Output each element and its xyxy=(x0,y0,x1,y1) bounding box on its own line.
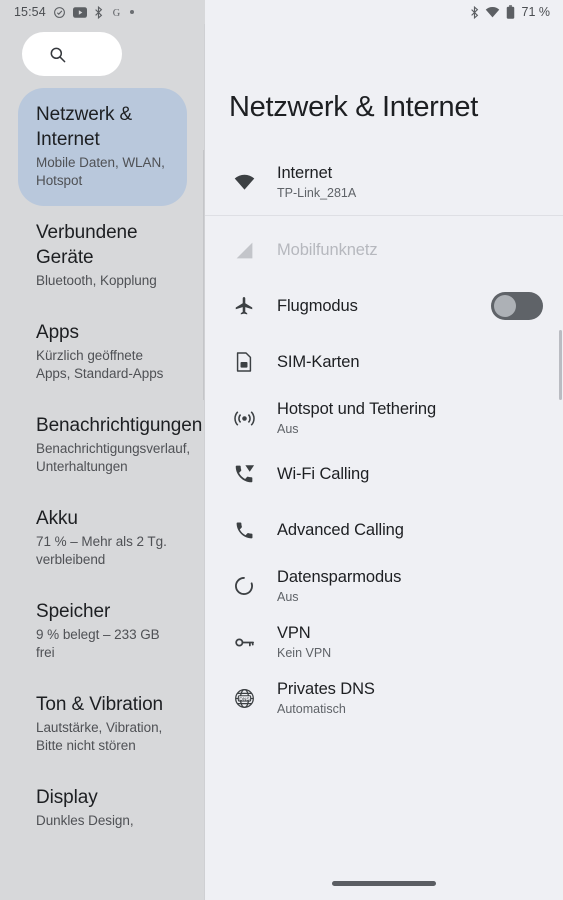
page-title: Netzwerk & Internet xyxy=(229,91,478,123)
settings-row-title: Mobilfunknetz xyxy=(277,240,378,259)
dns-globe-icon: DNS xyxy=(225,687,263,710)
settings-row-hotspot-tethering[interactable]: Hotspot und Tethering Aus xyxy=(205,390,563,446)
sidebar-item-subtitle: Benachrichtigungsverlauf, Unterhaltungen xyxy=(36,441,191,474)
hotspot-icon xyxy=(225,407,263,430)
sidebar-nav-list: Netzwerk & Internet Mobile Daten, WLAN, … xyxy=(0,76,205,846)
settings-row-subtitle: TP-Link_281A xyxy=(277,185,357,200)
settings-row-sim-karten[interactable]: SIM-Karten xyxy=(205,334,563,390)
sidebar-item-ton-vibration[interactable]: Ton & Vibration Lautstärke, Vibration, B… xyxy=(18,678,187,771)
settings-row-title: Hotspot und Tethering xyxy=(277,399,437,418)
settings-row-text: Datensparmodus Aus xyxy=(263,567,547,606)
settings-row-title: Wi-Fi Calling xyxy=(277,464,370,483)
sidebar-item-subtitle: Lautstärke, Vibration, Bitte nicht störe… xyxy=(36,720,163,753)
settings-row-text: Privates DNS Automatisch xyxy=(263,679,547,718)
settings-row-title: Privates DNS xyxy=(277,679,375,698)
settings-row-text: Wi-Fi Calling xyxy=(263,464,547,485)
wifi-calling-icon xyxy=(225,463,263,485)
search-input[interactable] xyxy=(22,32,122,76)
settings-row-mobilfunknetz: Mobilfunknetz xyxy=(205,222,563,278)
sidebar-item-title: Display xyxy=(36,787,98,808)
sidebar-item-subtitle: Dunkles Design, xyxy=(36,813,134,828)
sidebar-item-apps[interactable]: Apps Kürzlich geöffnete Apps, Standard-A… xyxy=(18,306,187,399)
settings-row-vpn[interactable]: VPN Kein VPN xyxy=(205,614,563,670)
sidebar-item-subtitle: Mobile Daten, WLAN, Hotspot xyxy=(36,155,165,188)
settings-row-title: Internet xyxy=(277,163,333,182)
wifi-icon xyxy=(225,173,263,191)
settings-row-subtitle: Automatisch xyxy=(277,701,346,716)
sidebar-item-display[interactable]: Display Dunkles Design, xyxy=(18,771,187,846)
row-divider xyxy=(205,215,563,216)
sidebar-item-title: Apps xyxy=(36,322,79,343)
svg-text:DNS: DNS xyxy=(239,696,250,702)
settings-row-text: Advanced Calling xyxy=(263,520,547,541)
settings-row-text: VPN Kein VPN xyxy=(263,623,547,662)
sidebar-item-subtitle: Bluetooth, Kopplung xyxy=(36,273,157,288)
settings-row-text: Flugmodus xyxy=(263,296,491,317)
settings-row-list: Internet TP-Link_281A Mobilfunknetz Flug… xyxy=(205,124,563,726)
settings-detail-panel: Netzwerk & Internet Internet TP-Link_281… xyxy=(205,0,563,900)
sidebar-item-title: Benachrichtigungen xyxy=(36,415,203,436)
data-saver-icon xyxy=(225,575,263,597)
settings-row-text: Mobilfunknetz xyxy=(263,240,547,261)
sidebar-item-speicher[interactable]: Speicher 9 % belegt – 233 GB frei xyxy=(18,585,187,678)
settings-row-title: SIM-Karten xyxy=(277,352,360,371)
settings-row-title: Advanced Calling xyxy=(277,520,404,539)
airplane-icon xyxy=(225,295,263,317)
settings-row-title: Flugmodus xyxy=(277,296,358,315)
settings-row-flugmodus[interactable]: Flugmodus xyxy=(205,278,563,334)
settings-row-title: Datensparmodus xyxy=(277,567,402,586)
settings-row-subtitle: Aus xyxy=(277,589,299,604)
settings-screen: 15:54 G 71 % Netzwerk & Internet Mobile … xyxy=(0,0,563,900)
sidebar-item-title: Akku xyxy=(36,508,78,529)
settings-row-datensparmodus[interactable]: Datensparmodus Aus xyxy=(205,558,563,614)
settings-row-text: Internet TP-Link_281A xyxy=(263,163,547,202)
search-icon xyxy=(48,45,67,64)
sidebar-item-subtitle: 71 % – Mehr als 2 Tg. verbleibend xyxy=(36,534,167,567)
sidebar-item-benachrichtigungen[interactable]: Benachrichtigungen Benachrichtigungsverl… xyxy=(18,399,203,492)
settings-row-text: SIM-Karten xyxy=(263,352,547,373)
toggle-knob xyxy=(494,295,516,317)
sim-card-icon xyxy=(225,351,263,373)
sidebar-item-title: Ton & Vibration xyxy=(36,694,164,715)
signal-cellular-icon xyxy=(225,240,263,261)
sidebar-item-subtitle: Kürzlich geöffnete Apps, Standard-Apps xyxy=(36,348,164,381)
settings-row-internet[interactable]: Internet TP-Link_281A xyxy=(205,154,563,210)
sidebar-item-akku[interactable]: Akku 71 % – Mehr als 2 Tg. verbleibend xyxy=(18,492,187,585)
settings-row-subtitle: Aus xyxy=(277,421,299,436)
settings-row-subtitle: Kein VPN xyxy=(277,645,332,660)
phone-icon xyxy=(225,520,263,541)
gesture-navigation-bar[interactable] xyxy=(332,881,436,886)
sidebar-item-subtitle: 9 % belegt – 233 GB frei xyxy=(36,627,160,660)
sidebar-item-verbundene-geraete[interactable]: Verbundene Geräte Bluetooth, Kopplung xyxy=(18,206,187,306)
settings-row-privates-dns[interactable]: DNS Privates DNS Automatisch xyxy=(205,670,563,726)
settings-row-advanced-calling[interactable]: Advanced Calling xyxy=(205,502,563,558)
key-icon xyxy=(225,631,263,654)
sidebar-item-title: Netzwerk & Internet xyxy=(36,104,133,150)
settings-row-title: VPN xyxy=(277,623,311,642)
flugmodus-toggle[interactable] xyxy=(491,292,543,320)
main-scrollbar[interactable] xyxy=(559,330,562,400)
settings-row-text: Hotspot und Tethering Aus xyxy=(263,399,547,438)
settings-row-wifi-calling[interactable]: Wi-Fi Calling xyxy=(205,446,563,502)
sidebar-item-title: Speicher xyxy=(36,601,111,622)
settings-sidebar: Netzwerk & Internet Mobile Daten, WLAN, … xyxy=(0,0,205,900)
sidebar-item-title: Verbundene Geräte xyxy=(36,222,138,268)
sidebar-item-netzwerk-internet[interactable]: Netzwerk & Internet Mobile Daten, WLAN, … xyxy=(18,88,187,206)
